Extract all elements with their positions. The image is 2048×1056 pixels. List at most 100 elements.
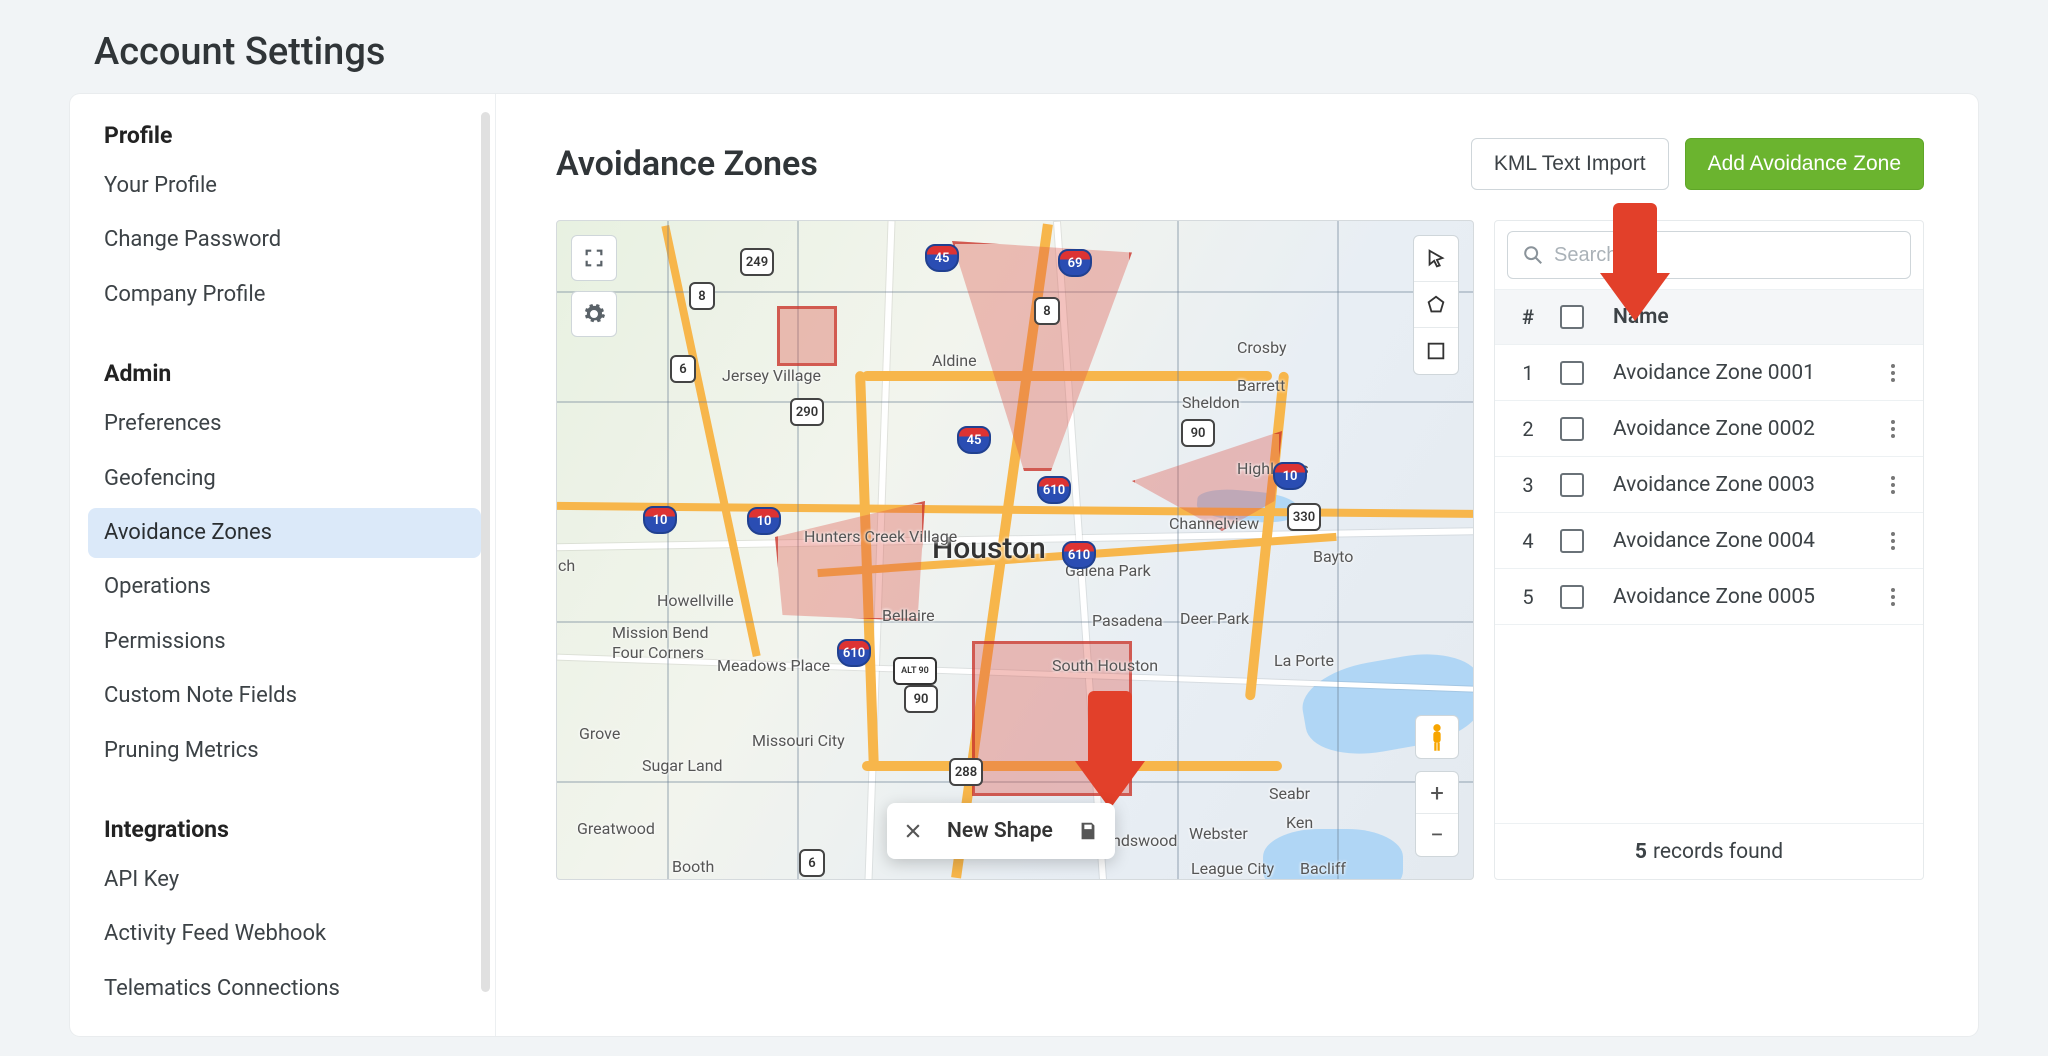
row-checkbox[interactable] — [1560, 417, 1584, 441]
table-row[interactable]: 3 Avoidance Zone 0003 — [1495, 457, 1923, 513]
cursor-icon — [1425, 248, 1447, 270]
map-label: ch — [558, 556, 575, 575]
route-shield: 610 — [837, 639, 871, 667]
select-all-checkbox[interactable] — [1560, 305, 1584, 329]
gear-icon — [582, 302, 606, 326]
zoom-control: + − — [1415, 771, 1459, 857]
row-index: 3 — [1507, 473, 1549, 497]
map-label: South Houston — [1052, 656, 1158, 675]
row-checkbox[interactable] — [1560, 529, 1584, 553]
map-label: Sugar Land — [642, 756, 723, 775]
map-label: Bellaire — [882, 606, 935, 625]
sidebar-item-your-profile[interactable]: Your Profile — [88, 161, 481, 211]
map-label: Four Corners — [612, 643, 704, 662]
row-checkbox[interactable] — [1560, 585, 1584, 609]
map-label: Jersey Village — [722, 366, 821, 385]
popup-title: New Shape — [947, 819, 1053, 843]
row-actions-button[interactable] — [1875, 475, 1911, 495]
map-label: Howellville — [657, 591, 734, 610]
map-label: ndswood — [1112, 831, 1177, 850]
map-label: Pasadena — [1092, 611, 1163, 630]
sidebar-item-pruning-metrics[interactable]: Pruning Metrics — [88, 726, 481, 776]
row-actions-button[interactable] — [1875, 419, 1911, 439]
route-shield: 6 — [670, 355, 696, 383]
table-row[interactable]: 5 Avoidance Zone 0005 — [1495, 569, 1923, 625]
row-checkbox[interactable] — [1560, 473, 1584, 497]
table-row[interactable]: 1 Avoidance Zone 0001 — [1495, 345, 1923, 401]
sidebar-item-operations[interactable]: Operations — [88, 562, 481, 612]
sidebar-item-api-key[interactable]: API Key — [88, 855, 481, 905]
col-name-header[interactable]: Name — [1595, 305, 1875, 329]
add-avoidance-zone-button[interactable]: Add Avoidance Zone — [1685, 138, 1924, 190]
map-draw-toolbar — [1413, 235, 1459, 375]
route-shield: 10 — [747, 507, 781, 535]
sidebar-group-integrations: Integrations — [88, 806, 481, 855]
row-checkbox[interactable] — [1560, 361, 1584, 385]
sidebar-scrollbar[interactable] — [481, 112, 490, 992]
route-shield: 290 — [790, 398, 824, 426]
pointer-tool[interactable] — [1414, 236, 1458, 282]
fullscreen-button[interactable] — [571, 235, 617, 281]
route-shield: 8 — [1034, 297, 1060, 325]
map-label: Deer Park — [1180, 609, 1249, 628]
sidebar-item-geofencing[interactable]: Geofencing — [88, 454, 481, 504]
row-name: Avoidance Zone 0004 — [1595, 529, 1875, 553]
rectangle-tool[interactable] — [1414, 328, 1458, 374]
sidebar-item-activity-feed-webhook[interactable]: Activity Feed Webhook — [88, 909, 481, 959]
row-actions-button[interactable] — [1875, 587, 1911, 607]
save-icon — [1077, 820, 1099, 842]
map-label: Booth — [672, 857, 714, 876]
popup-close-button[interactable] — [903, 821, 923, 841]
route-shield: 6 — [799, 849, 825, 877]
kebab-icon — [1890, 419, 1896, 439]
records-label: records found — [1653, 840, 1783, 864]
pegman-icon — [1426, 722, 1448, 752]
kml-import-button[interactable]: KML Text Import — [1471, 138, 1669, 190]
search-input[interactable] — [1554, 244, 1896, 267]
row-actions-button[interactable] — [1875, 531, 1911, 551]
route-shield: 10 — [643, 506, 677, 534]
map-settings-button[interactable] — [571, 291, 617, 337]
streetview-pegman[interactable] — [1415, 715, 1459, 759]
map-label: La Porte — [1274, 651, 1334, 670]
map[interactable]: Houston Aldine Jersey Village Hunters Cr… — [556, 220, 1474, 880]
map-label: Bacliff — [1300, 859, 1346, 878]
row-index: 1 — [1507, 361, 1549, 385]
zone-shape[interactable] — [777, 306, 837, 366]
sidebar-item-preferences[interactable]: Preferences — [88, 399, 481, 449]
map-label: Sheldon — [1182, 393, 1240, 412]
route-shield: 45 — [957, 426, 991, 454]
kebab-icon — [1890, 363, 1896, 383]
zoom-out-button[interactable]: − — [1416, 814, 1458, 856]
popup-save-button[interactable] — [1077, 820, 1099, 842]
row-actions-button[interactable] — [1875, 363, 1911, 383]
fullscreen-icon — [583, 247, 605, 269]
zoom-in-button[interactable]: + — [1416, 772, 1458, 814]
row-index: 2 — [1507, 417, 1549, 441]
route-shield: 330 — [1287, 503, 1321, 531]
sidebar-group-admin: Admin — [88, 350, 481, 399]
sidebar-item-custom-note-fields[interactable]: Custom Note Fields — [88, 671, 481, 721]
route-shield: 288 — [949, 758, 983, 786]
polygon-tool[interactable] — [1414, 282, 1458, 328]
sidebar-item-company-profile[interactable]: Company Profile — [88, 270, 481, 320]
sidebar-item-permissions[interactable]: Permissions — [88, 617, 481, 667]
map-label: Channelview — [1169, 514, 1259, 533]
sidebar-item-avoidance-zones[interactable]: Avoidance Zones — [88, 508, 481, 558]
square-icon — [1425, 340, 1447, 362]
table-row[interactable]: 2 Avoidance Zone 0002 — [1495, 401, 1923, 457]
sidebar-item-telematics-connections[interactable]: Telematics Connections — [88, 964, 481, 1014]
col-num-header[interactable]: # — [1507, 305, 1549, 329]
map-label: Grove — [579, 724, 620, 743]
route-shield: 8 — [689, 282, 715, 310]
route-shield: 10 — [1273, 462, 1307, 490]
new-shape-popup: New Shape — [887, 803, 1115, 859]
table-row[interactable]: 4 Avoidance Zone 0004 — [1495, 513, 1923, 569]
sidebar-item-change-password[interactable]: Change Password — [88, 215, 481, 265]
map-label: Greatwood — [577, 819, 655, 838]
map-label: Seabr — [1269, 784, 1310, 803]
zones-list: # Name 1 Avoidance Zone 0001 2 — [1494, 220, 1924, 880]
route-shield: 610 — [1037, 476, 1071, 504]
row-name: Avoidance Zone 0005 — [1595, 585, 1875, 609]
row-name: Avoidance Zone 0001 — [1595, 361, 1875, 385]
